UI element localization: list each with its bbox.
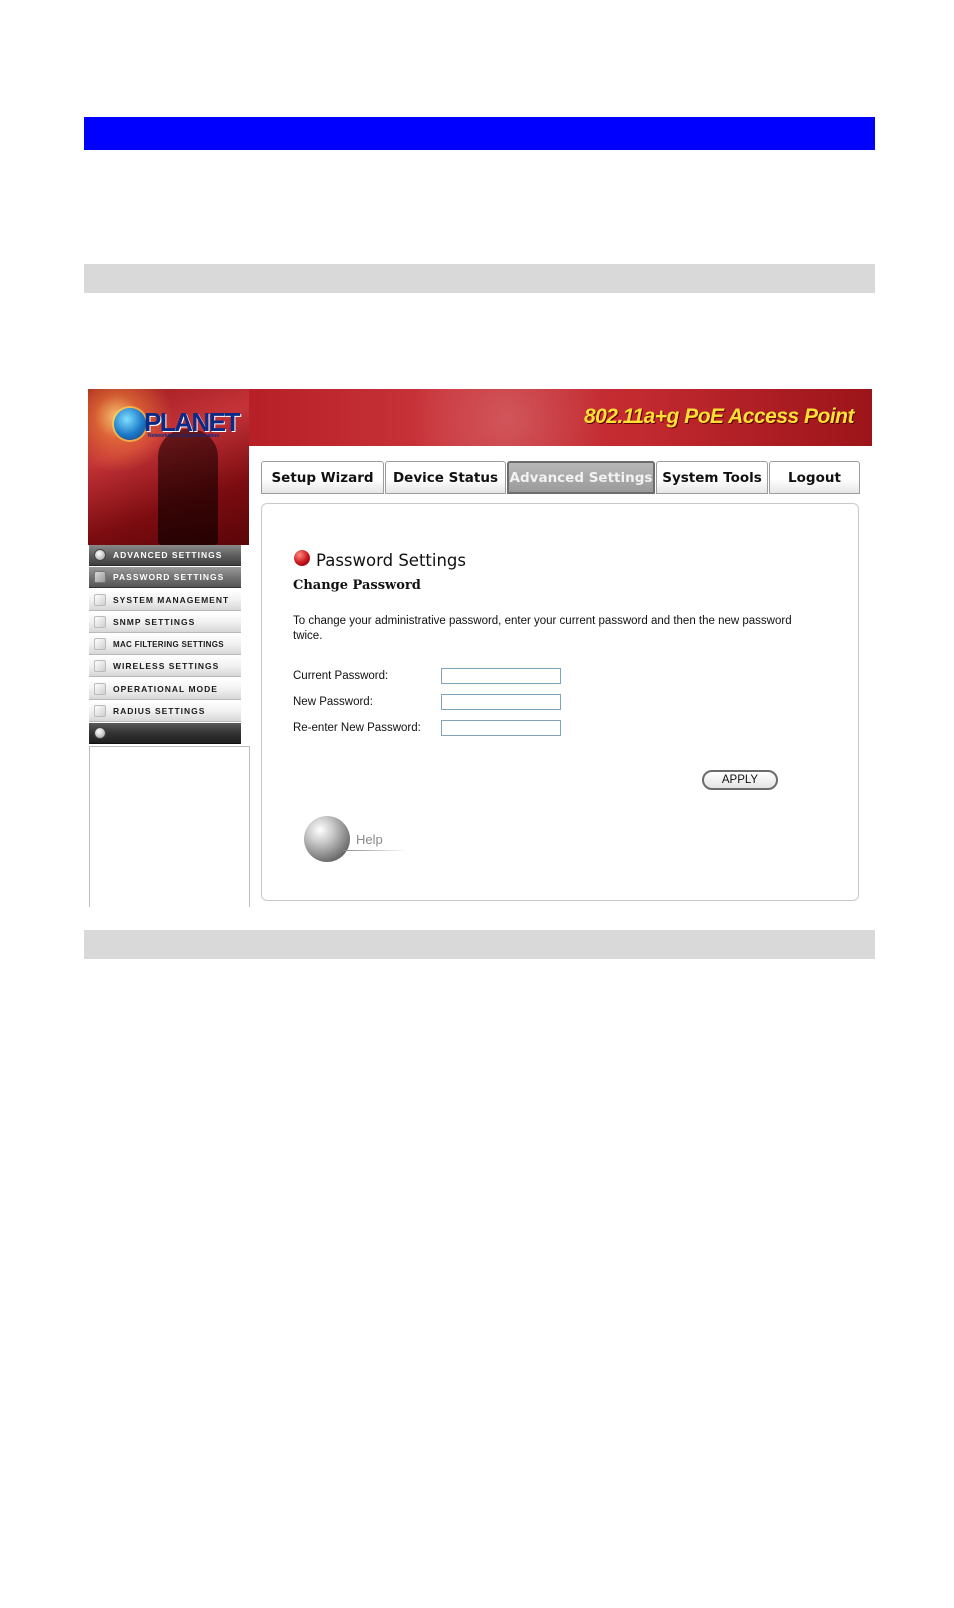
- reenter-password-label: Re-enter New Password:: [293, 722, 421, 734]
- help-ball-icon[interactable]: [304, 816, 350, 862]
- brand-tagline: Networking & Communication: [148, 433, 220, 439]
- sidebar-item-password-settings[interactable]: Password Settings: [89, 567, 241, 589]
- sidebar-item-system-management[interactable]: System Management: [89, 589, 241, 611]
- sidebar-item-label: Wireless Settings: [113, 661, 220, 672]
- sidebar-footer: [89, 723, 241, 745]
- section-title: Change Password: [293, 578, 421, 593]
- tab-logout[interactable]: Logout: [769, 461, 860, 494]
- router-admin-screenshot: 802.11a+g PoE Access Point PLANET Networ…: [88, 389, 872, 907]
- new-password-input[interactable]: [441, 694, 561, 710]
- document-caption-bar-bottom: [84, 930, 875, 959]
- current-password-label: Current Password:: [293, 670, 389, 682]
- sidebar-item-mac-filtering-settings[interactable]: MAC Filtering Settings: [89, 634, 241, 656]
- sidebar-item-radius-settings[interactable]: Radius Settings: [89, 701, 241, 723]
- menu-bullet-icon: [94, 705, 106, 718]
- planet-logo-icon: [114, 408, 146, 440]
- apply-button[interactable]: APPLY: [702, 770, 778, 790]
- page-title: Password Settings: [316, 551, 466, 570]
- top-tab-bar: Setup Wizard Device Status Advanced Sett…: [261, 461, 861, 496]
- help-underline: [343, 850, 407, 851]
- sidebar-item-operational-mode[interactable]: Operational Mode: [89, 678, 241, 700]
- menu-bullet-icon: [94, 593, 106, 606]
- sidebar-item-label: Operational Mode: [113, 683, 218, 694]
- tab-advanced-settings[interactable]: Advanced Settings: [507, 461, 655, 494]
- tab-device-status[interactable]: Device Status: [385, 461, 506, 494]
- sidebar-item-label: Radius Settings: [113, 706, 206, 717]
- document-header-bar: [84, 117, 875, 150]
- menu-bullet-icon: [94, 615, 106, 628]
- sidebar-item-wireless-settings[interactable]: Wireless Settings: [89, 656, 241, 678]
- sidebar-item-label: System Management: [113, 594, 230, 605]
- tab-system-tools[interactable]: System Tools: [656, 461, 768, 494]
- menu-bullet-icon: [94, 682, 106, 695]
- document-caption-bar-top: [84, 264, 875, 293]
- help-link[interactable]: Help: [356, 832, 383, 847]
- new-password-label: New Password:: [293, 696, 373, 708]
- menu-bullet-icon: [94, 549, 106, 561]
- menu-bullet-icon: [94, 727, 106, 740]
- sidebar: Advanced Settings Password Settings Syst…: [88, 545, 250, 907]
- sidebar-item-label: MAC Filtering Settings: [113, 639, 224, 649]
- sidebar-menu: Advanced Settings Password Settings Syst…: [89, 545, 241, 746]
- sidebar-item-label: Password Settings: [113, 572, 225, 583]
- red-dot-icon: [294, 550, 310, 566]
- product-title: 802.11a+g PoE Access Point: [583, 405, 855, 428]
- sidebar-blank-area: [89, 746, 250, 907]
- menu-bullet-icon: [94, 571, 106, 584]
- photo-figure: [158, 429, 218, 545]
- current-password-input[interactable]: [441, 668, 561, 684]
- sidebar-item-label: SNMP Settings: [113, 616, 196, 627]
- header-photo: PLANET Networking & Communication: [88, 389, 249, 545]
- reenter-password-input[interactable]: [441, 720, 561, 736]
- menu-bullet-icon: [94, 660, 106, 673]
- intro-text: To change your administrative password, …: [293, 615, 792, 642]
- sidebar-header-advanced-settings[interactable]: Advanced Settings: [89, 545, 241, 566]
- sidebar-header-label: Advanced Settings: [113, 550, 223, 560]
- sidebar-item-snmp-settings[interactable]: SNMP Settings: [89, 611, 241, 633]
- tab-setup-wizard[interactable]: Setup Wizard: [261, 461, 384, 494]
- menu-bullet-icon: [94, 638, 106, 651]
